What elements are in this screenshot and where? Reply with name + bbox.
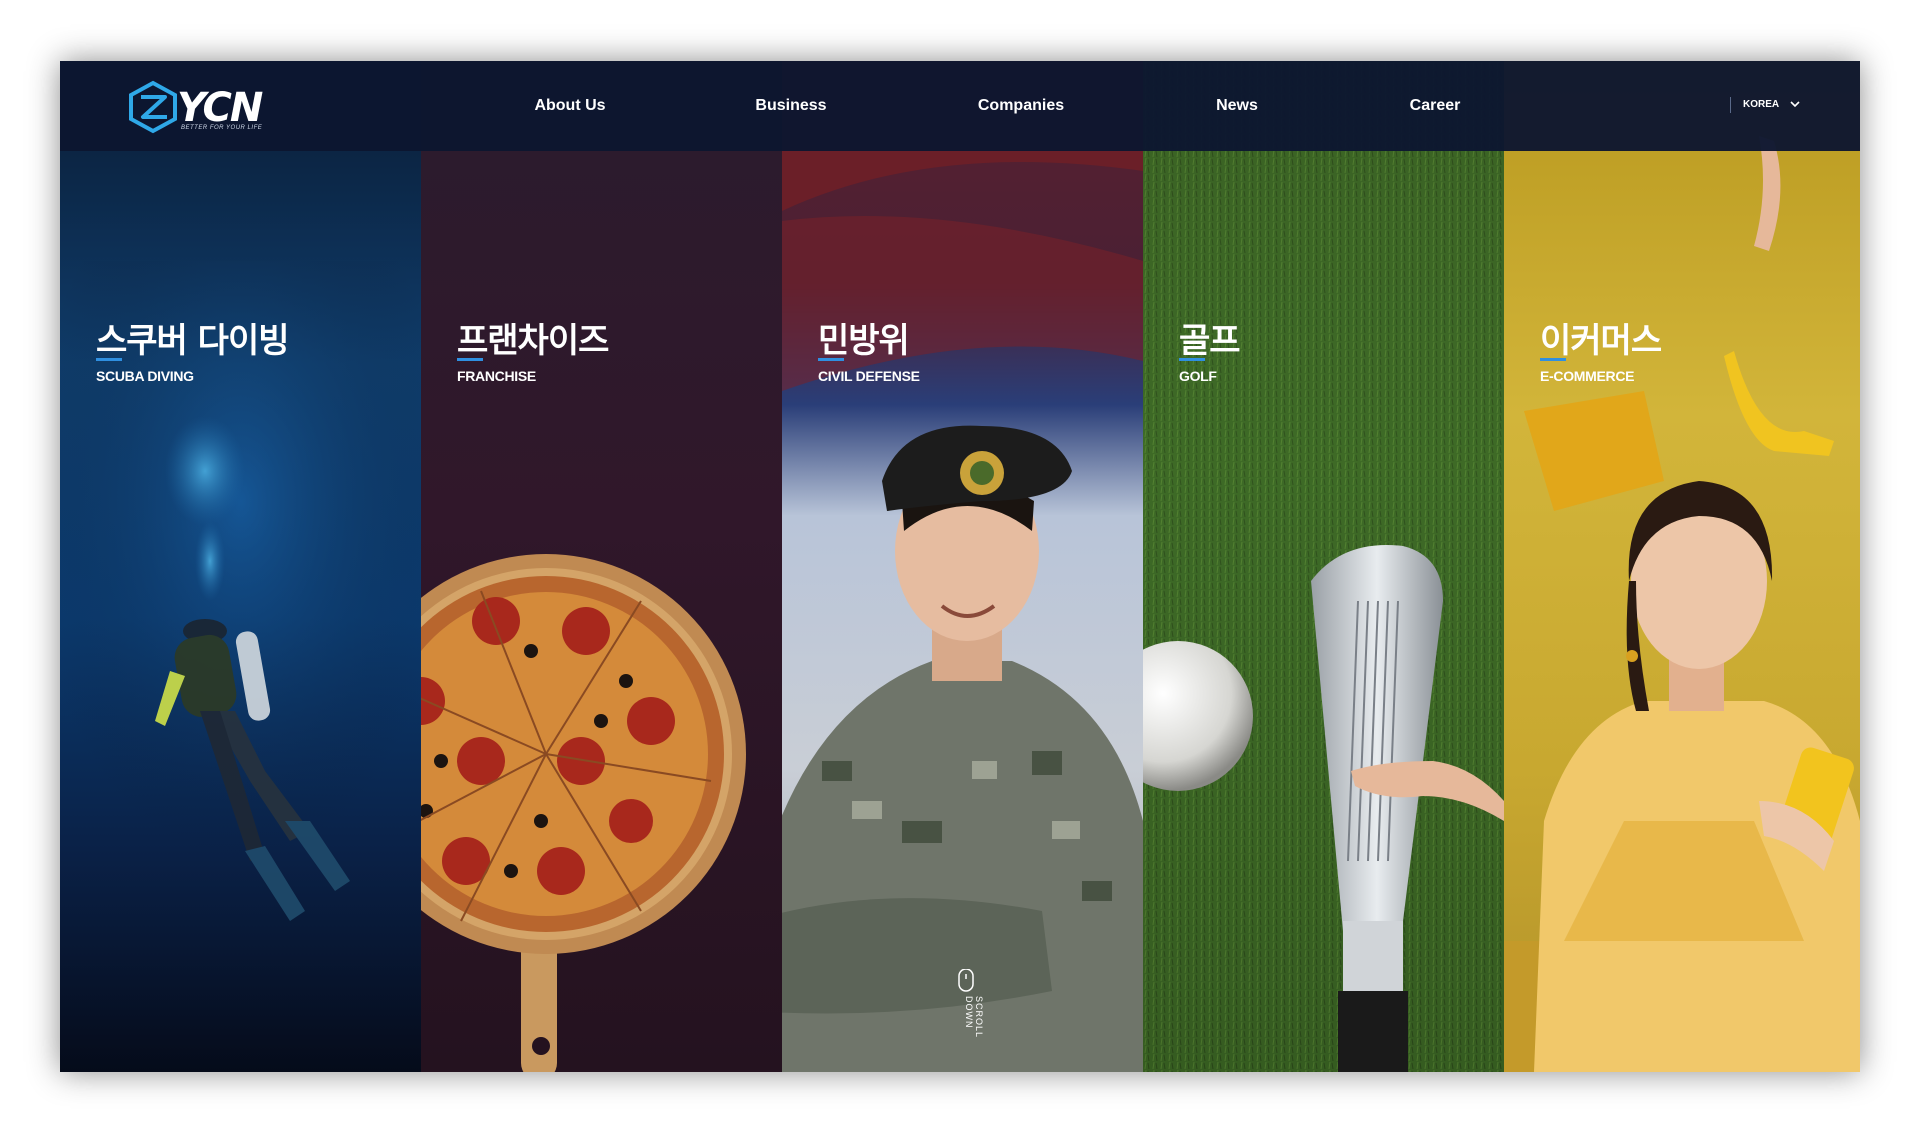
panel-underline: [818, 358, 844, 361]
scuba-diver-image: [60, 261, 421, 921]
nav-companies[interactable]: Companies: [978, 97, 1064, 115]
nav-news[interactable]: News: [1216, 97, 1258, 115]
nav-career[interactable]: Career: [1410, 97, 1461, 115]
language-select[interactable]: KOREA: [1730, 97, 1800, 113]
panel-subtitle: SCUBA DIVING: [96, 368, 194, 384]
chevron-down-icon: [1789, 101, 1800, 107]
panel-underline: [457, 358, 483, 361]
pizza-image: [421, 554, 746, 1072]
panel-title: 이커머스: [1540, 321, 1662, 361]
site-header: YCN BETTER FOR YOUR LIFE About Us Busine…: [60, 61, 1860, 151]
panel-subtitle: CIVIL DEFENSE: [818, 368, 920, 384]
golf-image: [1143, 61, 1504, 1072]
panel-subtitle: GOLF: [1179, 368, 1217, 384]
soldier-image: [782, 61, 1143, 1072]
woman-phone-image: [1504, 136, 1860, 1072]
panel-franchise[interactable]: 프랜차이즈 FRANCHISE: [421, 61, 782, 1072]
hexagon-z-icon: [129, 80, 177, 134]
panel-e-commerce[interactable]: 이커머스 E-COMMERCE: [1504, 61, 1860, 1072]
panel-title: 프랜차이즈: [457, 321, 609, 361]
page-frame: 스쿠버 다이빙 SCUBA DIVING 프랜차이즈 FRANCHISE 민방위…: [60, 61, 1860, 1072]
panel-subtitle: FRANCHISE: [457, 368, 536, 384]
panel-underline: [1179, 358, 1205, 361]
panel-underline: [1540, 358, 1566, 361]
panel-scuba-diving[interactable]: 스쿠버 다이빙 SCUBA DIVING: [60, 61, 421, 1072]
logo-tagline: BETTER FOR YOUR LIFE: [181, 125, 263, 131]
panel-civil-defense[interactable]: 민방위 CIVIL DEFENSE: [782, 61, 1143, 1072]
ycn-logo[interactable]: YCN BETTER FOR YOUR LIFE: [125, 79, 275, 137]
panel-subtitle: E-COMMERCE: [1540, 368, 1635, 384]
panel-title: 골프: [1179, 321, 1241, 361]
language-selected: KOREA: [1743, 99, 1779, 110]
nav-about-us[interactable]: About Us: [534, 97, 605, 115]
panel-golf[interactable]: 골프 GOLF: [1143, 61, 1504, 1072]
mouse-scroll-icon: [958, 969, 974, 992]
nav-business[interactable]: Business: [755, 97, 826, 115]
panel-title: 스쿠버 다이빙: [96, 321, 290, 361]
panel-title: 민방위: [818, 321, 910, 361]
panel-underline: [96, 358, 122, 361]
